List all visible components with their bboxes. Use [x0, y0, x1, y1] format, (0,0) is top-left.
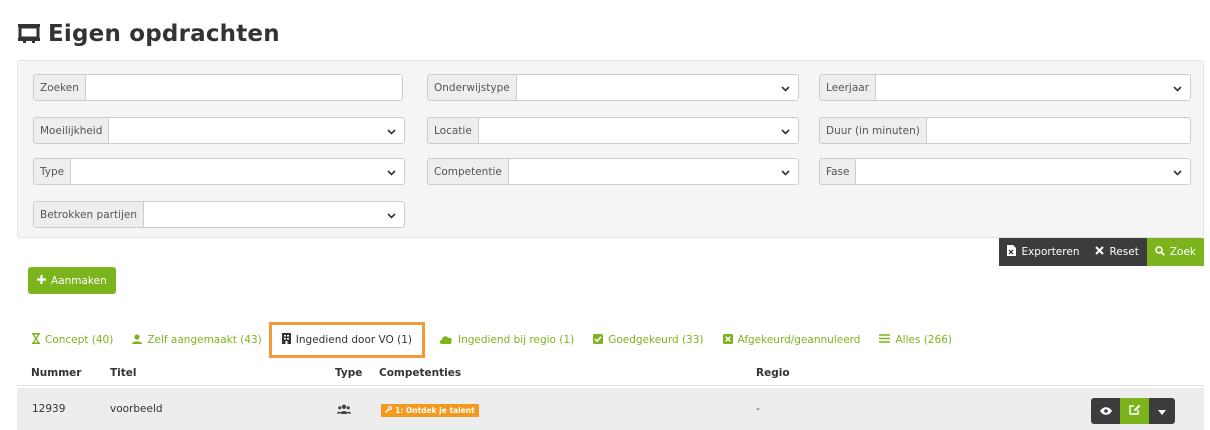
cell-regio: -: [756, 403, 760, 415]
user-icon: [132, 333, 143, 347]
view-button[interactable]: [1091, 398, 1120, 424]
chevron-down-icon: [387, 210, 396, 223]
tab-concept[interactable]: Concept (40): [31, 332, 114, 347]
column-header-regio[interactable]: Regio: [756, 367, 790, 379]
moeilijkheid-label: Moeilijkheid: [34, 118, 110, 143]
tab-alles-label: Alles (266): [895, 334, 952, 346]
filter-panel: Zoeken Onderwijstype Leerjaar Moeilijkhe…: [17, 60, 1204, 238]
tab-goedgekeurd[interactable]: Goedgekeurd (33): [593, 333, 704, 347]
competentie-badge-label: 1: Ontdek je talent: [395, 406, 475, 415]
duur-field-group: Duur (in minuten): [819, 117, 1191, 144]
wrench-icon: [385, 405, 393, 415]
page-title-text: Eigen opdrachten: [48, 21, 280, 47]
onderwijstype-field-group: Onderwijstype: [427, 74, 799, 101]
export-button[interactable]: Exporteren: [999, 238, 1088, 266]
cell-nummer: 12939: [32, 403, 66, 415]
users-icon: [337, 404, 351, 417]
create-label: Aanmaken: [51, 274, 107, 287]
betrokken-field-group: Betrokken partijen: [33, 201, 405, 228]
competentie-badge: 1: Ontdek je talent: [381, 404, 479, 417]
search-input[interactable]: [85, 75, 402, 100]
search-icon: [1155, 245, 1165, 259]
onderwijstype-label: Onderwijstype: [428, 75, 517, 100]
edit-button[interactable]: [1120, 398, 1149, 424]
column-header-nummer[interactable]: Nummer: [31, 367, 81, 379]
fase-label: Fase: [820, 159, 857, 184]
duur-label: Duur (in minuten): [820, 118, 927, 143]
more-actions-dropdown[interactable]: [1149, 398, 1175, 424]
duur-input[interactable]: [926, 118, 1190, 143]
locatie-label: Locatie: [428, 118, 479, 143]
chevron-down-icon: [781, 167, 790, 180]
tab-goedgekeurd-label: Goedgekeurd (33): [608, 334, 704, 346]
column-header-type[interactable]: Type: [335, 367, 362, 379]
reset-label: Reset: [1109, 246, 1139, 258]
tab-afgekeurd-label: Afgekeurd/geannuleerd: [737, 334, 861, 346]
table-row[interactable]: 12939 voorbeeld 1: Ontdek je talent -: [17, 388, 1204, 430]
fase-field-group: Fase: [819, 158, 1191, 185]
leerjaar-select[interactable]: [876, 75, 1190, 100]
competentie-field-group: Competentie: [427, 158, 799, 185]
create-button[interactable]: Aanmaken: [28, 267, 116, 294]
tab-alles[interactable]: Alles (266): [879, 334, 952, 346]
fase-select[interactable]: [856, 159, 1190, 184]
search-field-group: Zoeken: [33, 74, 403, 101]
cell-titel: voorbeeld: [110, 403, 163, 415]
plus-icon: [37, 274, 46, 287]
onderwijstype-select[interactable]: [516, 75, 798, 100]
edit-icon: [1128, 404, 1141, 418]
tab-vo-label: Ingediend door VO (1): [295, 334, 412, 346]
locatie-field-group: Locatie: [427, 117, 799, 144]
tab-zelf-aangemaakt[interactable]: Zelf aangemaakt (43): [132, 333, 262, 347]
x-square-icon: [722, 333, 733, 347]
check-square-icon: [593, 333, 604, 347]
search-label-btn: Zoek: [1169, 246, 1196, 258]
chevron-down-icon: [387, 167, 396, 180]
betrokken-label: Betrokken partijen: [34, 202, 145, 227]
moeilijkheid-field-group: Moeilijkheid: [33, 117, 405, 144]
building-icon: [281, 333, 291, 347]
competentie-label: Competentie: [428, 159, 509, 184]
file-excel-icon: [1007, 245, 1017, 259]
leerjaar-field-group: Leerjaar: [819, 74, 1191, 101]
tab-afgekeurd[interactable]: Afgekeurd/geannuleerd: [722, 333, 861, 347]
close-icon: [1095, 246, 1105, 258]
betrokken-select[interactable]: [144, 202, 404, 227]
column-header-titel[interactable]: Titel: [110, 367, 137, 379]
caret-down-icon: [1158, 405, 1166, 418]
search-button[interactable]: Zoek: [1146, 238, 1204, 266]
cloud-icon: [439, 334, 453, 347]
reset-button[interactable]: Reset: [1087, 238, 1147, 266]
type-field-group: Type: [33, 158, 405, 185]
competentie-select[interactable]: [508, 159, 798, 184]
tab-regio-label: Ingediend bij regio (1): [458, 334, 575, 346]
list-icon: [879, 334, 891, 346]
row-actions: [1091, 398, 1175, 424]
search-label: Zoeken: [34, 75, 86, 100]
tab-zelf-label: Zelf aangemaakt (43): [147, 334, 262, 346]
tab-ingediend-door-vo[interactable]: Ingediend door VO (1): [268, 322, 425, 358]
chevron-down-icon: [387, 126, 396, 139]
chevron-down-icon: [781, 126, 790, 139]
chevron-down-icon: [1173, 167, 1182, 180]
leerjaar-label: Leerjaar: [820, 75, 877, 100]
tab-ingediend-bij-regio[interactable]: Ingediend bij regio (1): [439, 334, 574, 347]
filter-actions: Exporteren Reset Zoek: [999, 238, 1204, 266]
moeilijkheid-select[interactable]: [109, 118, 404, 143]
hourglass-icon: [31, 332, 41, 347]
export-label: Exporteren: [1021, 246, 1080, 258]
status-tabs: Concept (40) Zelf aangemaakt (43) Ingedi…: [31, 322, 971, 358]
locatie-select[interactable]: [478, 118, 798, 143]
eye-icon: [1099, 405, 1112, 418]
tab-concept-label: Concept (40): [45, 334, 114, 346]
presentation-icon: [18, 23, 40, 46]
type-label: Type: [34, 159, 72, 184]
type-select[interactable]: [71, 159, 404, 184]
table-header: Nummer Titel Type Competenties Regio: [17, 362, 1204, 386]
chevron-down-icon: [1173, 83, 1182, 96]
page-title: Eigen opdrachten: [18, 16, 280, 52]
column-header-competenties[interactable]: Competenties: [379, 367, 461, 379]
chevron-down-icon: [781, 83, 790, 96]
